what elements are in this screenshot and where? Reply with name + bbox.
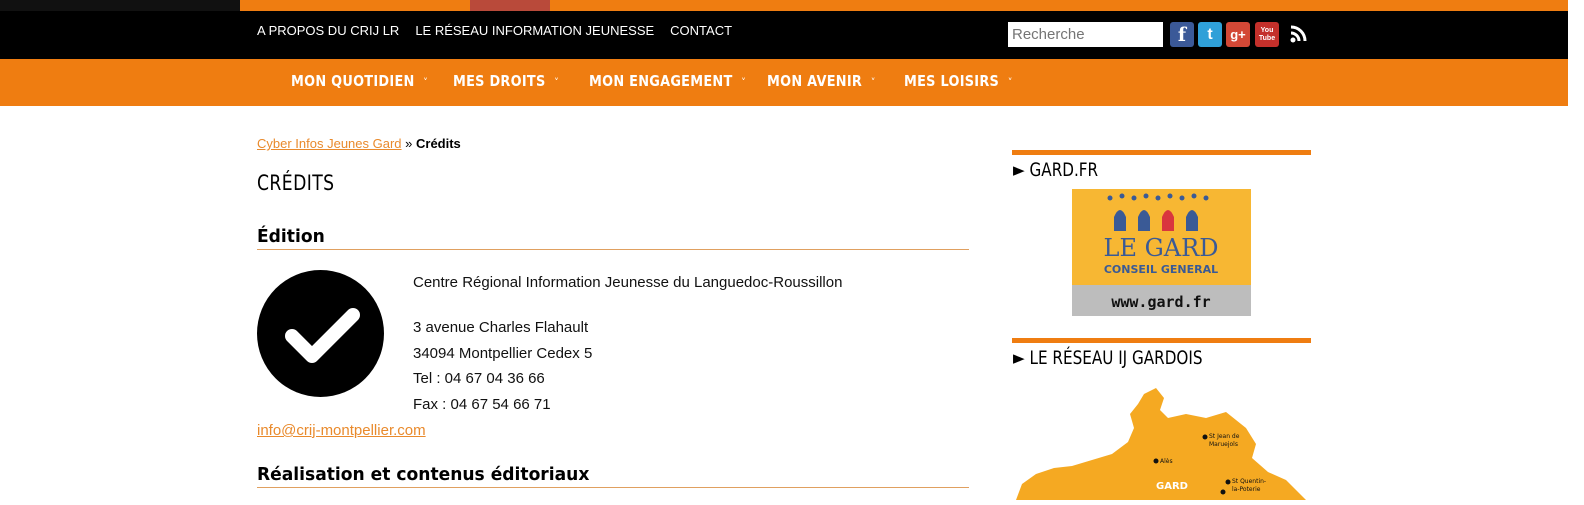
map-label: St Jean de — [1209, 433, 1240, 440]
youtube-icon[interactable]: You Tube — [1255, 22, 1279, 47]
contact-tel: Tel : 04 67 04 36 66 — [413, 370, 545, 387]
breadcrumb-current: Crédits — [416, 136, 461, 151]
nav-label: MES LOISIRS — [904, 72, 1000, 90]
gard-logo-url: www.gard.fr — [1111, 293, 1210, 311]
nav-label: MES DROITS — [453, 72, 546, 90]
top-link-apropos[interactable]: A PROPOS DU CRIJ LR — [257, 23, 399, 38]
page-title: CRÉDITS — [257, 171, 335, 195]
sidebar-divider — [1012, 338, 1311, 343]
sidebar-heading-gard: ► GARD.FR — [1013, 159, 1099, 181]
chevron-down-icon: ˅ — [423, 76, 429, 89]
facebook-icon[interactable]: f — [1170, 22, 1194, 47]
breadcrumb-link-home[interactable]: Cyber Infos Jeunes Gard — [257, 136, 402, 151]
sidebar-heading-reseau: ► LE RÉSEAU IJ GARDOIS — [1013, 347, 1203, 369]
twitter-icon[interactable]: t — [1198, 22, 1222, 47]
google-plus-icon[interactable]: g+ — [1226, 22, 1250, 47]
map-label: Maruejols — [1209, 441, 1238, 448]
nav-label: MON AVENIR — [767, 72, 863, 90]
chevron-down-icon: ˅ — [1007, 76, 1013, 89]
sidebar-divider — [1012, 150, 1311, 155]
chevron-down-icon: ˅ — [870, 76, 876, 89]
nav-label: MON QUOTIDIEN — [291, 72, 415, 90]
contact-address-line1: 3 avenue Charles Flahault — [413, 319, 589, 336]
top-links: A PROPOS DU CRIJ LR LE RÉSEAU INFORMATIO… — [257, 23, 732, 38]
gard-logo[interactable]: LE GARD CONSEIL GENERAL www.gard.fr — [1072, 189, 1251, 316]
section-heading-text: Édition — [257, 226, 325, 247]
breadcrumb: Cyber Infos Jeunes Gard » Crédits — [257, 136, 461, 151]
contact-email-link[interactable]: info@crij-montpellier.com — [257, 422, 426, 439]
chevron-down-icon: ˅ — [554, 76, 560, 89]
contact-address-line2: 34094 Montpellier Cedex 5 — [413, 345, 593, 362]
top-link-reseau[interactable]: LE RÉSEAU INFORMATION JEUNESSE — [415, 23, 654, 38]
banner-edge — [0, 0, 240, 11]
map-label: St Quentin- — [1232, 478, 1266, 485]
map-label: Alès — [1160, 458, 1173, 465]
nav-mes-droits[interactable]: MES DROITS ˅ — [453, 72, 559, 90]
top-link-contact[interactable]: CONTACT — [670, 23, 732, 38]
section-heading-text: Réalisation et contenus éditoriaux — [257, 464, 590, 485]
chevron-down-icon: ˅ — [741, 76, 747, 89]
rss-icon[interactable] — [1288, 24, 1310, 44]
map-label: la-Poterie — [1232, 486, 1261, 493]
nav-mon-engagement[interactable]: MON ENGAGEMENT ˅ — [589, 72, 746, 90]
nav-mon-quotidien[interactable]: MON QUOTIDIEN ˅ — [291, 72, 428, 90]
contact-org: Centre Régional Information Jeunesse du … — [413, 274, 843, 291]
gard-logo-subtitle: CONSEIL GENERAL — [1104, 263, 1218, 276]
section-heading-edition: Édition — [257, 226, 969, 250]
contact-fax: Fax : 04 67 54 66 71 — [413, 396, 551, 413]
map-label: GARD — [1156, 481, 1188, 492]
gard-map[interactable]: St Jean de Maruejols Alès St Quentin- la… — [1016, 388, 1306, 500]
nav-mon-avenir[interactable]: MON AVENIR ˅ — [767, 72, 876, 90]
section-heading-realisation: Réalisation et contenus éditoriaux — [257, 464, 969, 488]
banner-photo — [470, 0, 550, 11]
main-nav: MON QUOTIDIEN ˅ MES DROITS ˅ MON ENGAGEMEN… — [0, 59, 1568, 106]
nav-label: MON ENGAGEMENT — [589, 72, 733, 90]
breadcrumb-separator: » — [401, 136, 416, 151]
banner-image — [240, 0, 1568, 11]
gard-logo-title: LE GARD — [1104, 234, 1219, 262]
search-input[interactable] — [1008, 22, 1163, 47]
nav-mes-loisirs[interactable]: MES LOISIRS ˅ — [904, 72, 1013, 90]
checkmark-icon — [257, 270, 384, 397]
